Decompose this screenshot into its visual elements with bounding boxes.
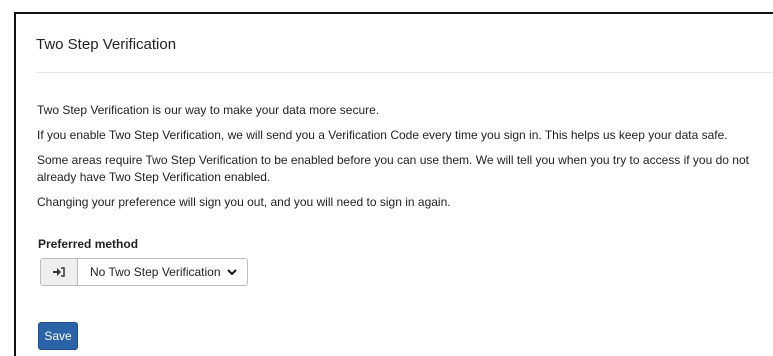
save-button[interactable]: Save bbox=[38, 322, 78, 350]
preferred-method-select[interactable]: No Two Step Verification bbox=[78, 259, 247, 285]
header-divider bbox=[36, 72, 773, 73]
verification-code-paragraph: If you enable Two Step Verification, we … bbox=[37, 128, 728, 142]
chevron-down-icon bbox=[226, 268, 237, 276]
panel-title: Two Step Verification bbox=[36, 36, 177, 53]
preferred-method-select-group[interactable]: No Two Step Verification bbox=[40, 258, 248, 286]
intro-paragraph: Two Step Verification is our way to make… bbox=[37, 103, 380, 117]
required-areas-paragraph: Some areas require Two Step Verification… bbox=[37, 153, 749, 184]
preferred-method-label: Preferred method bbox=[38, 237, 139, 251]
selected-method-text: No Two Step Verification bbox=[90, 265, 221, 279]
sign-in-icon bbox=[41, 259, 78, 285]
sign-out-warning-paragraph: Changing your preference will sign you o… bbox=[37, 195, 451, 209]
two-step-verification-panel: Two Step Verification Two Step Verificat… bbox=[14, 12, 773, 356]
